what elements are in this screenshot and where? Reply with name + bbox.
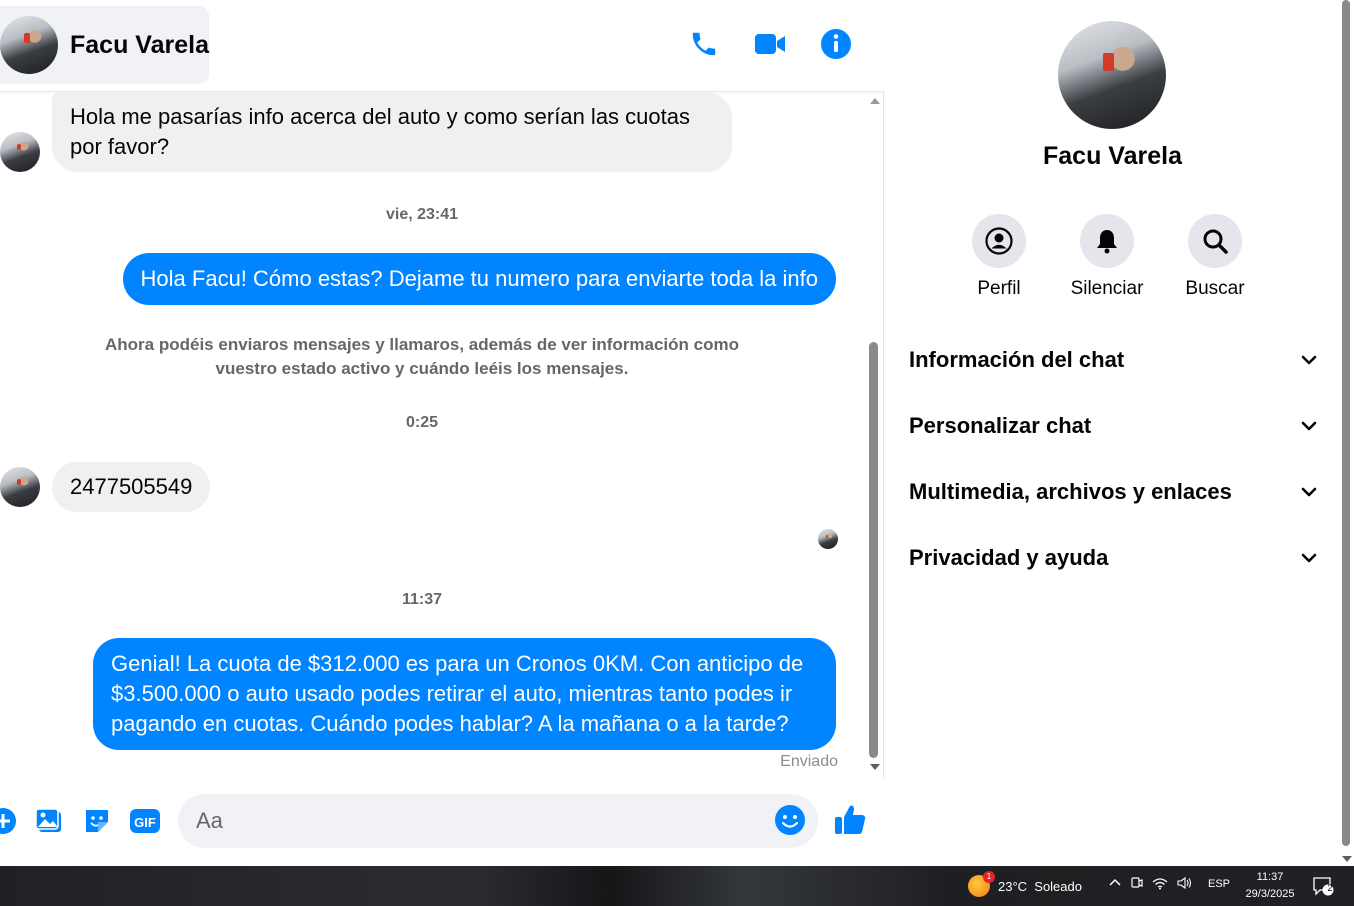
conversation-info-panel: Facu Varela Perfil Silenciar Buscar Info… (885, 0, 1340, 866)
page-scroll-thumb[interactable] (1342, 0, 1350, 846)
section-label: Personalizar chat (909, 413, 1092, 438)
page-scrollbar[interactable] (1340, 0, 1354, 866)
contact-header-button[interactable]: Facu Varela (0, 6, 209, 84)
message-row-incoming: 2477505549 (0, 462, 211, 512)
composer: GIF (0, 778, 884, 866)
chevron-down-icon (1301, 421, 1317, 431)
seen-receipt-avatar (818, 529, 838, 549)
search-icon (1188, 214, 1242, 268)
scroll-down-arrow-icon[interactable] (1342, 856, 1352, 862)
mute-button[interactable]: Silenciar (1053, 214, 1161, 300)
section-privacy-help[interactable]: Privacidad y ayuda (909, 533, 1319, 583)
timestamp: vie, 23:41 (385, 206, 459, 223)
incoming-message[interactable]: 2477505549 (52, 462, 211, 512)
profile-name: Facu Varela (1043, 142, 1182, 170)
timestamp: 0:25 (405, 414, 439, 431)
meet-icon[interactable] (1130, 876, 1144, 893)
message-row-incoming: Hola me pasarías info acerca del auto y … (0, 92, 732, 172)
section-customize-chat[interactable]: Personalizar chat (909, 401, 1319, 451)
message-input-container (178, 794, 818, 848)
gif-icon[interactable]: GIF (128, 804, 162, 838)
contact-avatar (0, 16, 58, 74)
message-input[interactable] (196, 794, 756, 848)
chevron-down-icon (1301, 355, 1317, 365)
profile-button[interactable]: Perfil (945, 214, 1053, 300)
contact-name: Facu Varela (70, 30, 209, 59)
section-media-files-links[interactable]: Multimedia, archivos y enlaces (909, 467, 1319, 517)
section-label: Privacidad y ayuda (909, 545, 1109, 570)
timestamp: 11:37 (401, 591, 443, 608)
language-indicator[interactable]: ESP (1208, 878, 1230, 890)
notification-center-icon[interactable]: 2 (1312, 876, 1334, 896)
wifi-icon[interactable] (1152, 876, 1168, 893)
windows-taskbar: 1 23°C Soleado ESP 11:37 29/3/2025 2 (0, 866, 1354, 906)
action-label: Buscar (1185, 278, 1245, 299)
outgoing-message[interactable]: Hola Facu! Cómo estas? Dejame tu numero … (122, 253, 836, 305)
bell-icon (1080, 214, 1134, 268)
message-status: Enviado (780, 753, 838, 770)
message-scrollbar[interactable] (866, 92, 882, 778)
action-label: Silenciar (1070, 278, 1144, 299)
volume-icon[interactable] (1176, 876, 1192, 893)
notification-badge: 1 (983, 871, 995, 883)
outgoing-message[interactable]: Genial! La cuota de $312.000 es para un … (93, 638, 836, 750)
chevron-down-icon (1301, 553, 1317, 563)
search-button[interactable]: Buscar (1161, 214, 1269, 300)
weather-text: 23°C Soleado (998, 878, 1082, 894)
notification-count: 2 (1327, 883, 1333, 893)
plus-icon[interactable] (0, 804, 20, 838)
scroll-thumb[interactable] (869, 342, 878, 758)
thumbs-up-icon[interactable] (832, 802, 870, 840)
video-camera-icon[interactable] (752, 26, 788, 62)
phone-icon[interactable] (686, 26, 722, 62)
incoming-message[interactable]: Hola me pasarías info acerca del auto y … (52, 92, 732, 172)
message-list[interactable]: Hola me pasarías info acerca del auto y … (0, 92, 866, 778)
section-label: Información del chat (909, 347, 1125, 372)
action-label: Perfil (977, 278, 1021, 299)
sticker-icon[interactable] (80, 804, 114, 838)
sun-weather-icon: 1 (968, 871, 995, 897)
system-tray (1108, 876, 1192, 893)
profile-icon (972, 214, 1026, 268)
clock[interactable]: 11:37 29/3/2025 (1238, 869, 1302, 903)
scroll-up-arrow-icon[interactable] (870, 98, 880, 104)
system-notice: Ahora podéis enviaros mensajes y llamaro… (105, 335, 739, 378)
section-chat-info[interactable]: Información del chat (909, 335, 1319, 385)
chevron-up-icon[interactable] (1108, 876, 1122, 893)
emoji-icon[interactable] (774, 804, 808, 838)
chevron-down-icon (1301, 487, 1317, 497)
profile-actions: Perfil Silenciar Buscar (945, 214, 1269, 300)
chat-pane: Facu Varela Hola me pasarías info acerca… (0, 0, 884, 866)
sender-avatar (0, 467, 40, 507)
clock-time: 11:37 (1256, 871, 1284, 883)
section-label: Multimedia, archivos y enlaces (909, 479, 1232, 504)
clock-date: 29/3/2025 (1245, 888, 1295, 900)
weather-widget[interactable]: 1 23°C Soleado (968, 871, 1082, 897)
scroll-down-arrow-icon[interactable] (870, 764, 880, 770)
chat-header: Facu Varela (0, 0, 884, 92)
svg-text:GIF: GIF (134, 815, 156, 830)
profile-avatar[interactable] (1058, 21, 1166, 129)
sender-avatar (0, 132, 40, 172)
info-icon[interactable] (818, 26, 854, 62)
photo-icon[interactable] (32, 804, 66, 838)
